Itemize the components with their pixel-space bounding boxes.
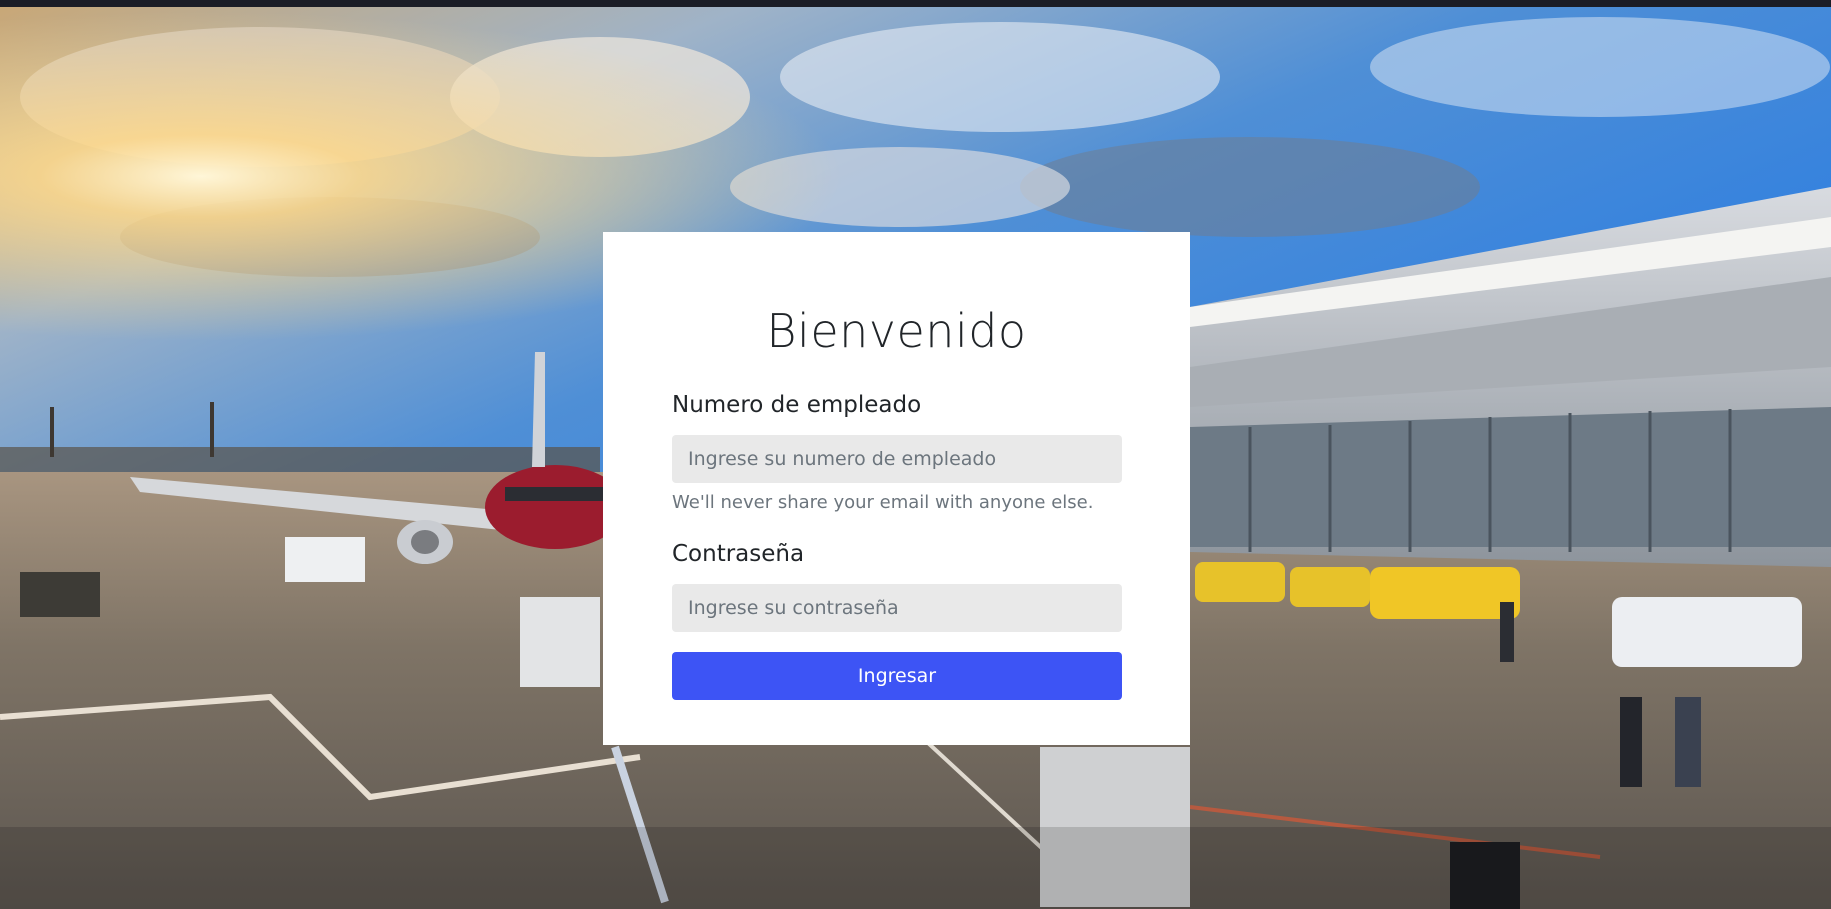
login-card: Bienvenido Numero de empleado We'll neve… [603, 232, 1190, 745]
password-label: Contraseña [672, 541, 805, 567]
login-submit-button[interactable]: Ingresar [672, 652, 1122, 700]
employee-number-input[interactable] [672, 435, 1122, 483]
employee-number-label: Numero de empleado [672, 392, 922, 418]
top-strip [0, 0, 1831, 7]
page-title: Bienvenido [766, 304, 1027, 358]
employee-help-text: We'll never share your email with anyone… [672, 492, 1094, 513]
password-input[interactable] [672, 584, 1122, 632]
